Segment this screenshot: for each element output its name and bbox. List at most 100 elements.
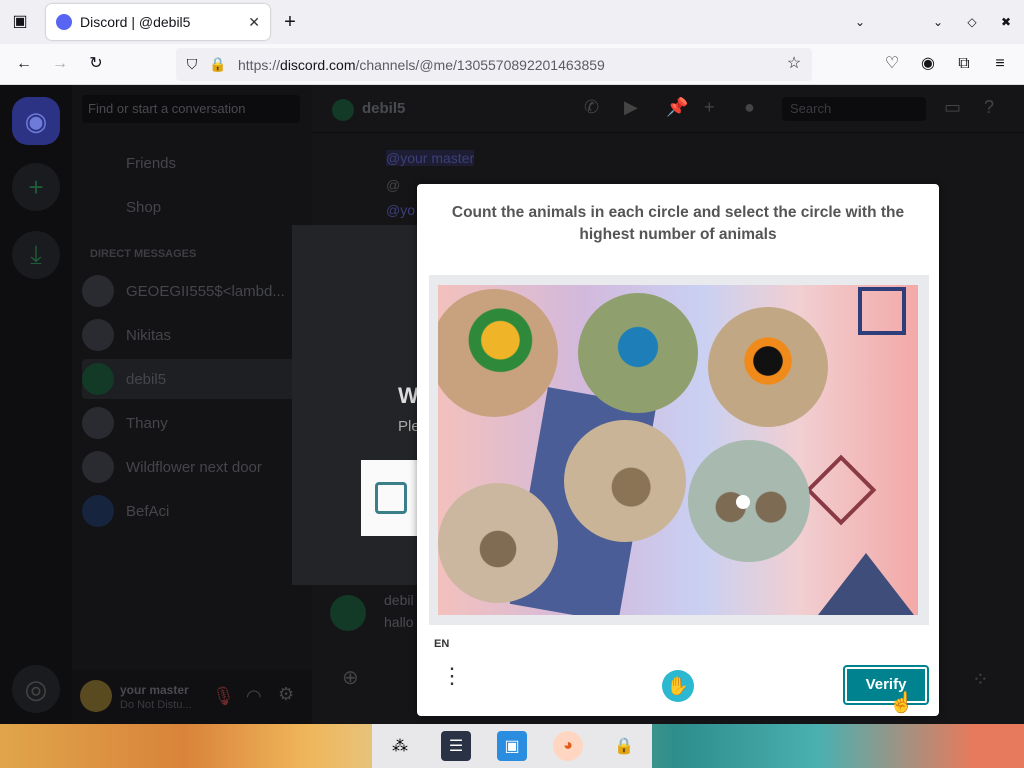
dm-section-header: DIRECT MESSAGES (90, 248, 197, 260)
back-icon[interactable]: ← (12, 52, 36, 76)
bookmark-star-icon[interactable]: ☆ (782, 52, 806, 76)
lock-icon[interactable]: 🔒 (609, 731, 639, 761)
dm-search-input[interactable]: Find or start a conversation (82, 95, 300, 123)
message-text: @ (386, 177, 401, 193)
avatar (82, 363, 114, 395)
file-manager-icon[interactable]: ▣ (497, 731, 527, 761)
profile-icon[interactable]: ● (744, 97, 755, 118)
url-domain: discord.com (280, 56, 356, 73)
message-author: debil (384, 592, 414, 608)
friends-label: Friends (126, 154, 177, 172)
background-modal: W Ple (292, 225, 431, 585)
mute-mic-icon[interactable]: 🎙 (212, 686, 235, 707)
language-selector[interactable]: EN (434, 638, 449, 650)
chat-header: debil5 ✆ ▶ 📌 + ● Search ▭ ? (312, 85, 1024, 133)
apps-icon[interactable]: ⁘ (972, 667, 989, 692)
captcha-image-frame (429, 275, 929, 625)
minimize-icon[interactable]: ◇ (960, 10, 984, 34)
list-all-tabs-icon[interactable]: ⌄ (926, 10, 950, 34)
add-attachment-icon[interactable]: ⊕ (342, 665, 359, 690)
mention-text: @yo (386, 202, 415, 218)
mouse-cursor-icon: ☝ (889, 692, 914, 714)
dm-name: BefAci (126, 502, 170, 520)
video-icon[interactable]: ▶ (624, 97, 638, 118)
mention-text: @your master (386, 150, 475, 166)
circle-option-toucan[interactable] (708, 307, 828, 427)
dm-item[interactable]: Thany (82, 403, 302, 443)
close-window-icon[interactable]: ✖ (994, 10, 1018, 34)
dm-name: Nikitas (126, 326, 172, 344)
circle-option-owl-single[interactable] (564, 420, 686, 542)
call-icon[interactable]: ✆ (584, 97, 599, 118)
lock-icon[interactable]: 🔒 (206, 52, 230, 76)
circle-option-parrot-blue[interactable] (578, 293, 698, 413)
desktop-taskbar: ⁂ ☰ ▣ ◕ 🔒 (0, 724, 1024, 768)
tab-title: Discord | @debil5 (80, 14, 191, 30)
download-apps-icon[interactable]: ⤓ (12, 231, 60, 279)
add-friends-icon[interactable]: + (704, 97, 715, 118)
user-status: Do Not Distu... (120, 699, 192, 711)
avatar (82, 407, 114, 439)
chevron-down-icon[interactable]: ⌄ (848, 10, 872, 34)
forward-icon[interactable]: → (48, 52, 72, 76)
shop-icon (82, 191, 114, 223)
firefox-icon[interactable]: ◕ (553, 731, 583, 761)
captcha-image (438, 285, 918, 615)
pocket-icon[interactable]: ♡ (880, 52, 904, 76)
dots-icon[interactable]: ⁂ (385, 731, 415, 761)
account-icon[interactable]: ◉ (916, 52, 940, 76)
headphones-icon[interactable]: ◠ (246, 686, 262, 707)
help-icon[interactable]: ? (984, 97, 994, 118)
avatar (82, 495, 114, 527)
circle-option-owl-portrait[interactable] (438, 483, 558, 603)
browser-tab[interactable]: Discord | @debil5 ✕ (46, 4, 270, 40)
dm-item[interactable]: Nikitas (82, 315, 302, 355)
shop-label: Shop (126, 198, 162, 216)
channel-name: debil5 (362, 100, 406, 117)
settings-panel-icon[interactable]: ☰ (441, 731, 471, 761)
verify-button[interactable]: Verify (843, 665, 929, 705)
captcha-challenge: Count the animals in each circle and sel… (417, 184, 939, 716)
pin-icon[interactable]: 📌 (666, 97, 688, 118)
browser-tab-bar: ▣ Discord | @debil5 ✕ + ⌄ ⌄ ◇ ✖ (0, 0, 1024, 44)
shop-nav-item[interactable]: Shop (82, 187, 302, 227)
url-path: /channels/@me/1305570892201463859 (355, 56, 605, 73)
avatar (82, 451, 114, 483)
dm-name: debil5 (126, 370, 167, 388)
dm-item[interactable]: BefAci (82, 491, 302, 531)
dm-item[interactable]: GEOEGII555$<lambd... (82, 271, 302, 311)
captcha-checkbox[interactable] (375, 482, 407, 514)
dm-item[interactable]: debil5 (82, 359, 302, 399)
extensions-icon[interactable]: ⧉ (952, 52, 976, 76)
triangle-shape (818, 553, 914, 615)
reload-icon[interactable]: ↻ (84, 52, 108, 76)
discord-home-icon[interactable]: ◉ (12, 97, 60, 145)
user-panel: your master Do Not Distu... 🎙 ◠ ⚙ (72, 670, 312, 724)
menu-icon[interactable]: ≡ (988, 52, 1012, 76)
inbox-icon[interactable]: ▭ (944, 97, 961, 118)
circle-option-parrot-yellow[interactable] (438, 289, 558, 417)
avatar (330, 595, 366, 631)
avatar[interactable] (80, 680, 112, 712)
add-server-icon[interactable]: + (12, 163, 60, 211)
header-search-input[interactable]: Search (782, 97, 926, 121)
dm-item[interactable]: Wildflower next door (82, 447, 302, 487)
avatar (332, 99, 354, 121)
tab-overview-icon[interactable]: ▣ (8, 10, 32, 34)
hcaptcha-logo-icon: ✋ (662, 670, 694, 702)
url-bar[interactable]: ⛉ 🔒 https://discord.com/channels/@me/130… (176, 48, 812, 81)
settings-gear-icon[interactable]: ⚙ (278, 684, 294, 705)
new-tab-button[interactable]: + (278, 10, 302, 34)
discover-icon[interactable]: ◎ (12, 665, 60, 713)
taskbar-dock: ⁂ ☰ ▣ ◕ 🔒 (372, 724, 652, 768)
dm-name: GEOEGII555$<lambd... (126, 282, 285, 300)
friends-nav-item[interactable]: Friends (82, 143, 302, 183)
dm-name: Thany (126, 414, 168, 432)
avatar (82, 275, 114, 307)
more-options-icon[interactable]: ⋮ (441, 665, 463, 687)
url-prefix: https:// (238, 56, 281, 73)
shield-icon[interactable]: ⛉ (180, 52, 204, 76)
diamond-shape (805, 454, 877, 526)
close-tab-icon[interactable]: ✕ (248, 14, 260, 31)
server-list: ◉ + ⤓ ◎ (0, 85, 72, 724)
